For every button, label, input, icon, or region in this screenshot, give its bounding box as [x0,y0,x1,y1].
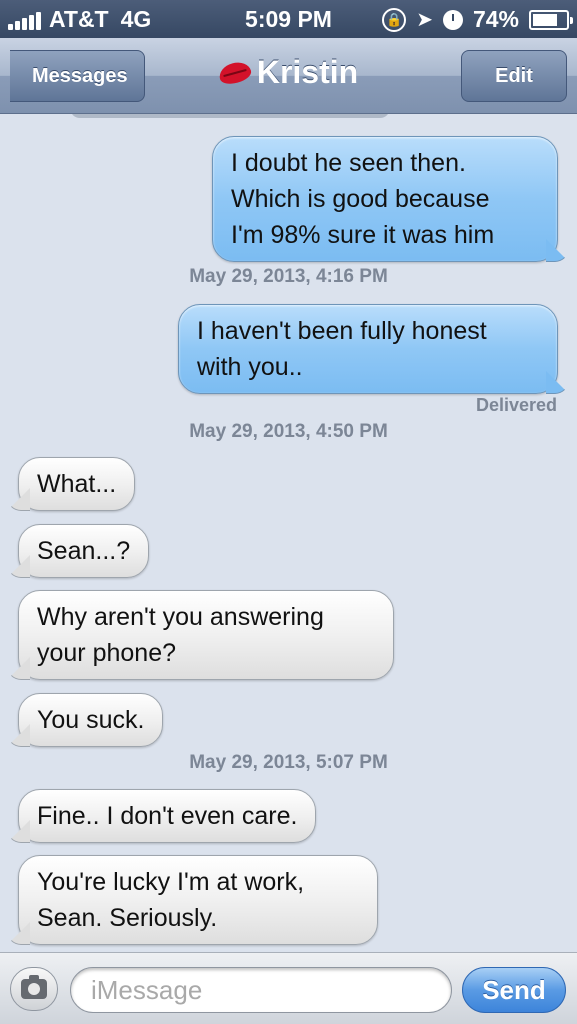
outgoing-message[interactable]: I haven't been fully honest with you.. [178,304,558,394]
incoming-message[interactable]: Fine.. I don't even care. [18,789,317,843]
camera-icon [21,975,47,999]
timestamp: May 29, 2013, 5:07 PM [189,752,388,773]
send-button[interactable]: Send [462,967,566,1013]
lips-icon [216,58,253,87]
battery-icon [529,9,573,30]
timestamp: May 29, 2013, 4:50 PM [189,421,388,442]
status-right: 🔒 ➤ 74% [382,6,573,33]
battery-percent: 74% [472,6,519,32]
previous-bubble-edge [70,114,390,118]
incoming-message[interactable]: What... [18,457,136,511]
outgoing-message[interactable]: I doubt he seen then. Which is good beca… [212,136,558,262]
delivered-status: Delivered [475,395,557,415]
rotation-lock-icon: 🔒 [382,7,407,32]
message-input[interactable] [70,967,452,1013]
composer-bar: Send [0,952,577,1024]
message-list[interactable]: I doubt he seen then. Which is good beca… [0,114,577,952]
edit-button[interactable]: Edit [461,50,567,102]
alarm-icon [442,9,463,30]
incoming-message[interactable]: Sean...? [18,524,150,578]
navigation-bar: Messages Kristin Edit [0,38,577,114]
camera-button[interactable] [10,967,58,1011]
incoming-message[interactable]: You suck. [18,693,164,747]
contact-name: Kristin [256,54,359,90]
battery-fill [533,13,557,26]
location-icon: ➤ [416,9,433,31]
status-bar: AT&T 4G 5:09 PM 🔒 ➤ 74% [0,0,577,38]
timestamp: May 29, 2013, 4:16 PM [189,266,388,287]
incoming-message[interactable]: Why aren't you answering your phone? [18,590,394,680]
incoming-message[interactable]: You're lucky I'm at work, Sean. Seriousl… [18,855,378,945]
